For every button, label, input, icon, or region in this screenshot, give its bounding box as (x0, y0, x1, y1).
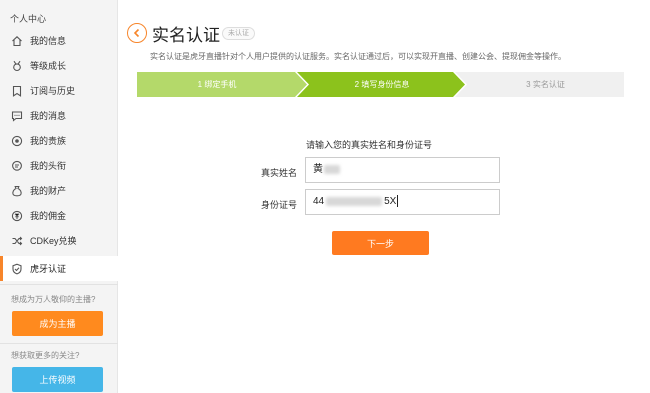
sidebar-item-label: CDKey兑换 (30, 236, 77, 246)
sidebar-item-label: 订阅与历史 (30, 86, 76, 96)
name-visible-text: 黄 (313, 164, 323, 175)
sidebar-item-my-info[interactable]: 我的信息 (0, 28, 118, 53)
message-icon (11, 110, 23, 122)
divider (0, 284, 118, 285)
id-number-input[interactable]: 44 5X (305, 189, 500, 215)
home-icon (11, 35, 23, 47)
chevron-left-icon (133, 28, 140, 38)
id-end-text: 5X (384, 196, 397, 207)
name-label: 真实姓名 (260, 168, 297, 178)
sidebar-item-label: 我的贵族 (30, 136, 67, 146)
shield-check-icon (11, 263, 23, 275)
redacted-text (326, 196, 383, 206)
step-identity-info: 2 填写身份信息 (354, 80, 410, 89)
upload-video-button[interactable]: 上传视频 (12, 367, 103, 392)
sidebar-item-cdkey[interactable]: CDKey兑换 (0, 228, 118, 253)
sidebar-item-assets[interactable]: 我的财产 (0, 178, 118, 203)
id-label: 身份证号 (260, 200, 297, 210)
target-icon (11, 135, 23, 147)
sidebar: 个人中心 我的信息 等级成长 订阅与历史 我的消息 我的贵族 我的头衔 我的财产… (0, 0, 118, 393)
sidebar-item-label: 我的头衔 (30, 161, 67, 171)
sidebar-item-huya-verify[interactable]: 虎牙认证 (0, 256, 118, 281)
sidebar-item-label: 我的佣金 (30, 211, 67, 221)
sidebar-item-level[interactable]: 等级成长 (0, 53, 118, 78)
chat-icon (11, 160, 23, 172)
sidebar-item-subscriptions[interactable]: 订阅与历史 (0, 78, 118, 103)
divider (0, 343, 118, 344)
sidebar-item-label: 我的信息 (30, 36, 67, 46)
id-start-text: 44 (313, 196, 325, 207)
real-name-input[interactable]: 黄 (305, 157, 500, 183)
sidebar-item-label: 虎牙认证 (30, 264, 67, 274)
sidebar-item-label: 我的财产 (30, 186, 67, 196)
next-step-button[interactable]: 下一步 (332, 231, 429, 255)
sidebar-item-noble[interactable]: 我的贵族 (0, 128, 118, 153)
sidebar-title: 个人中心 (10, 14, 47, 24)
moneybag-icon (11, 185, 23, 197)
page-title: 实名认证 (152, 26, 220, 45)
coin-icon (11, 210, 23, 222)
sidebar-item-messages[interactable]: 我的消息 (0, 103, 118, 128)
streamer-hint: 想成为万人敬仰的主播? (11, 295, 96, 304)
shuffle-icon (11, 235, 23, 247)
progress-steps: 1 绑定手机 2 填写身份信息 3 实名认证 (137, 72, 624, 97)
sidebar-item-commission[interactable]: 我的佣金 (0, 203, 118, 228)
sidebar-item-label: 我的消息 (30, 111, 67, 121)
step-real-name-verify: 3 实名认证 (526, 80, 565, 89)
form-heading: 请输入您的真实姓名和身份证号 (306, 140, 433, 150)
become-streamer-button[interactable]: 成为主播 (12, 311, 103, 336)
sidebar-item-label: 等级成长 (30, 61, 67, 71)
sidebar-item-titles[interactable]: 我的头衔 (0, 153, 118, 178)
redacted-text (324, 164, 340, 174)
back-button[interactable] (127, 23, 147, 43)
medal-icon (11, 60, 23, 72)
video-hint: 想获取更多的关注? (11, 351, 80, 360)
page-description: 实名认证是虎牙直播针对个人用户提供的认证服务。实名认证通过后，可以实现开直播、创… (150, 52, 566, 61)
text-cursor (397, 195, 399, 208)
step-bind-phone: 1 绑定手机 (197, 80, 237, 89)
status-badge: 未认证 (222, 27, 255, 40)
bookmark-icon (11, 85, 23, 97)
